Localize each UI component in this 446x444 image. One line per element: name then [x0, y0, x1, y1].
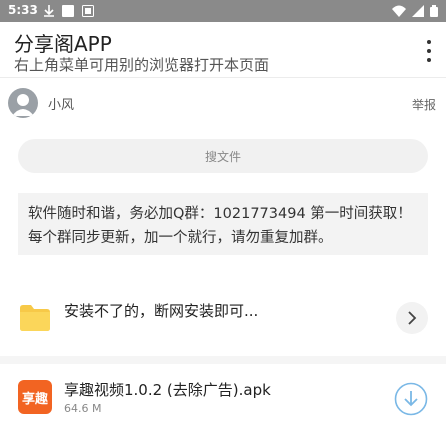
app-logo-icon: 享趣 [18, 380, 52, 414]
more-vert-icon[interactable] [426, 40, 432, 62]
search-placeholder: 搜文件 [204, 149, 241, 164]
download-icon [44, 5, 54, 17]
status-bar: 5:33 [0, 0, 446, 22]
download-circle-icon[interactable] [394, 382, 428, 416]
notice-box: 软件随时和谐，务必加Q群：1021773494 第一时间获取！每个群同步更新，加… [18, 193, 428, 255]
chevron-right-icon[interactable] [396, 302, 428, 334]
folder-icon [20, 305, 50, 331]
search-input[interactable]: 搜文件 [18, 139, 428, 173]
file-size: 64.6 M [64, 402, 102, 415]
app-logo-text: 享趣 [21, 391, 48, 407]
battery-icon [430, 5, 438, 17]
uploader-row: 小风 举报 [0, 84, 446, 120]
status-icons-left [44, 5, 94, 17]
uploader-name[interactable]: 小风 [48, 94, 74, 113]
app-bar: 分享阁APP 右上角菜单可用别的浏览器打开本页面 [0, 22, 446, 78]
status-icons-right [392, 5, 438, 17]
list-item[interactable]: 安装不了的，断网安装即可... [0, 284, 446, 352]
person-avatar-icon[interactable] [8, 88, 38, 118]
page-subtitle: 右上角菜单可用别的浏览器打开本页面 [14, 56, 270, 74]
report-link[interactable]: 举报 [412, 96, 436, 113]
media-notification-icon [82, 5, 94, 17]
signal-icon [412, 5, 424, 17]
page-title: 分享阁APP [14, 32, 112, 56]
wifi-icon [392, 5, 406, 17]
status-time: 5:33 [8, 3, 38, 17]
file-name: 享趣视频1.0.2 (去除广告).apk [64, 381, 271, 399]
square-notification-icon [62, 5, 74, 17]
file-name: 安装不了的，断网安装即可... [64, 302, 259, 320]
notice-text: 软件随时和谐，务必加Q群：1021773494 第一时间获取！每个群同步更新，加… [28, 206, 412, 246]
list-item[interactable]: 享趣 享趣视频1.0.2 (去除广告).apk 64.6 M [0, 364, 446, 432]
divider [0, 356, 446, 364]
